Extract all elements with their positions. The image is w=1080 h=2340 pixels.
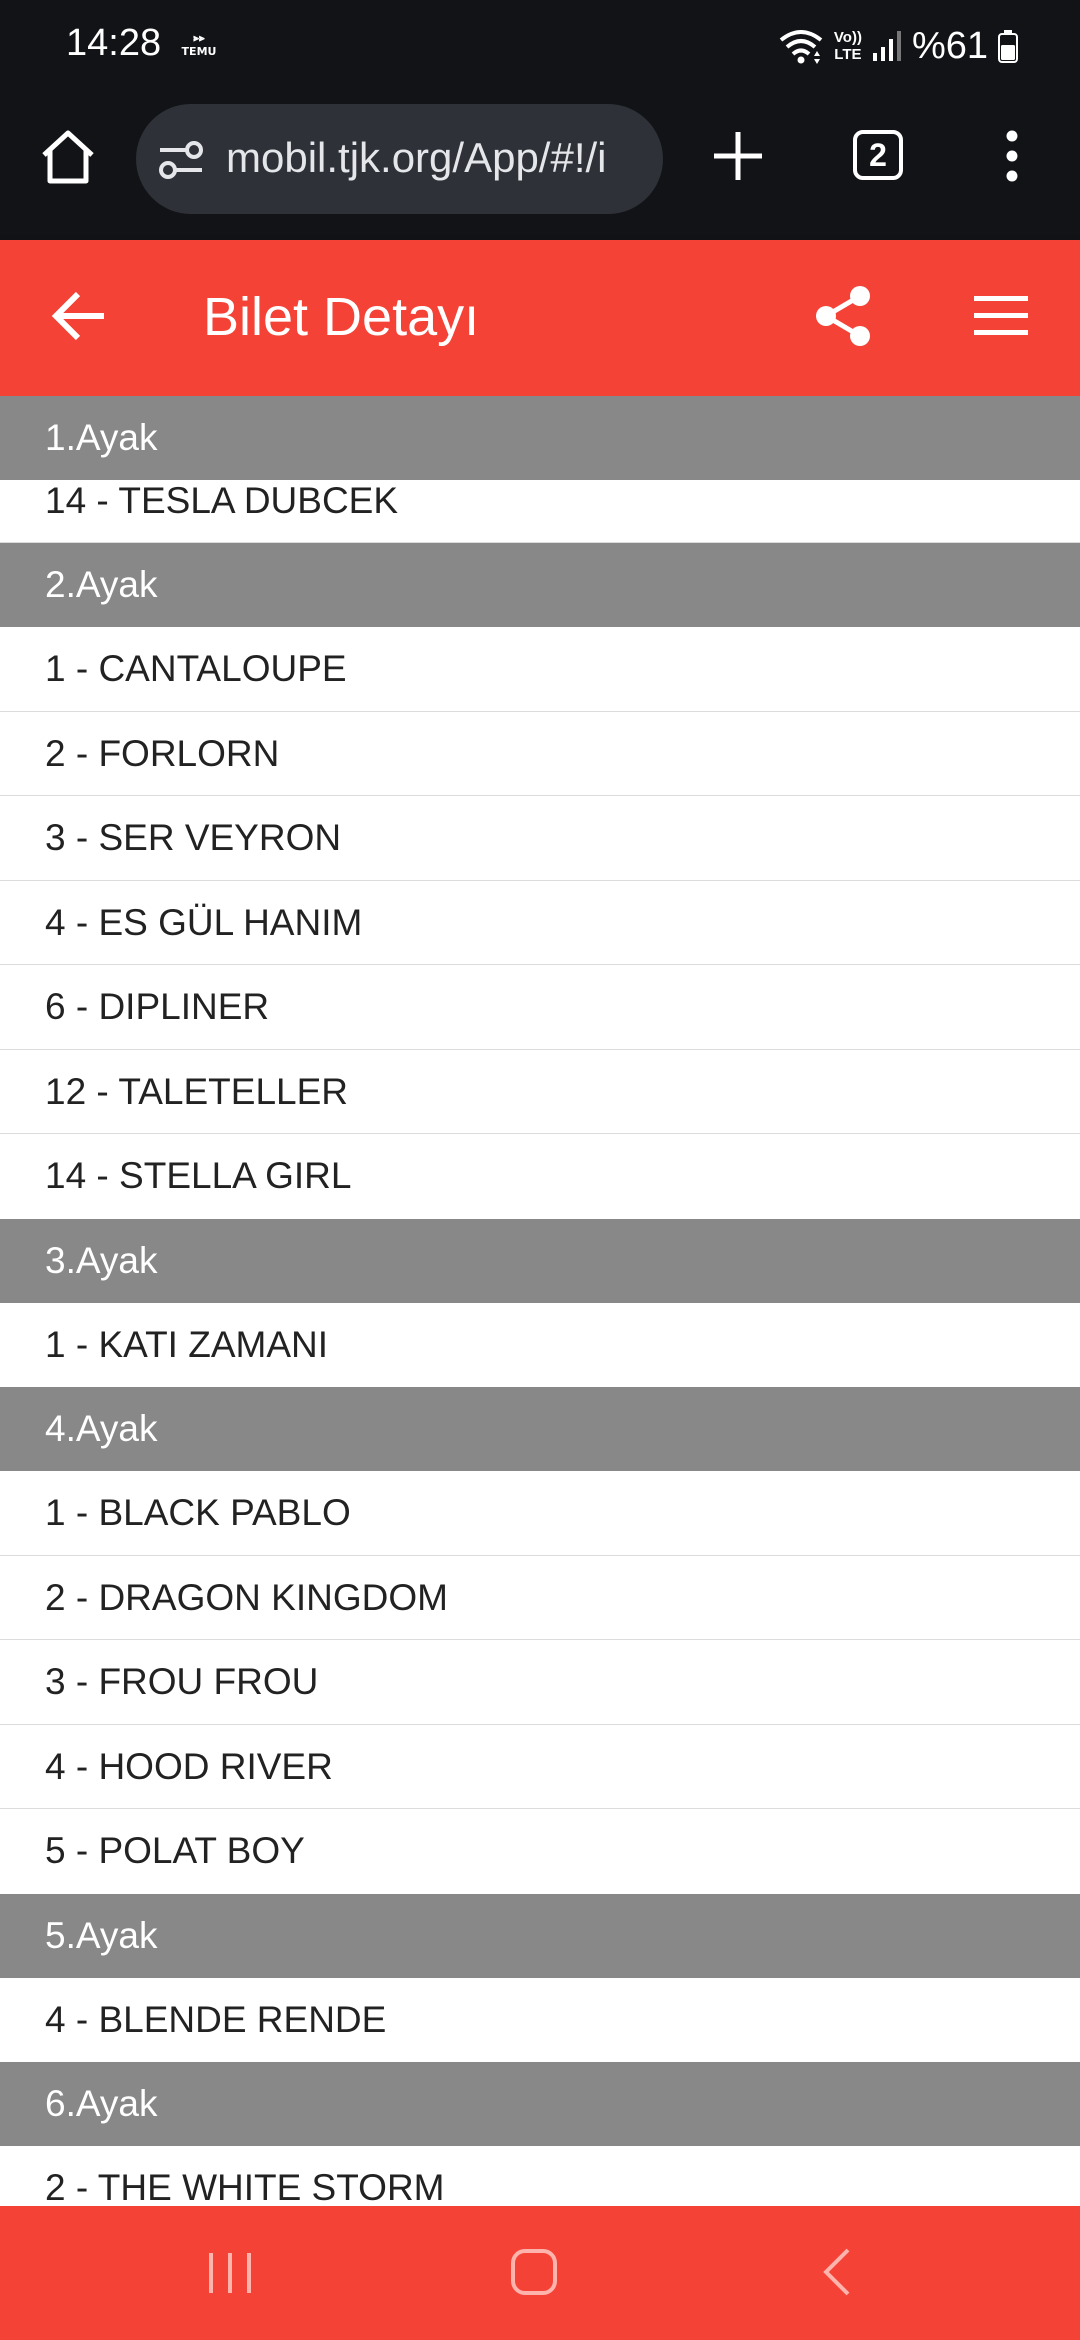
horse-row: 3 - FROU FROU <box>0 1640 1080 1725</box>
status-time: 14:28 <box>66 22 162 64</box>
battery-icon <box>998 30 1018 63</box>
horse-row: 14 - TESLA DUBCEK <box>0 480 1080 543</box>
lte-label: LTE <box>834 46 862 63</box>
home-icon[interactable] <box>36 125 100 189</box>
horse-row: 5 - POLAT BOY <box>0 1809 1080 1894</box>
horse-row: 4 - BLENDE RENDE <box>0 1977 1080 2062</box>
wifi-icon <box>779 30 823 64</box>
recents-icon[interactable] <box>205 2250 255 2296</box>
leg-header: 5.Ayak <box>0 1893 1080 1978</box>
ticket-detail-list: 1.Ayak 14 - TESLA DUBCEK 2.Ayak 1 - CANT… <box>0 396 1080 2206</box>
volte-icon: Vo)) LTE <box>834 29 862 63</box>
horse-row: 2 - FORLORN <box>0 711 1080 796</box>
signal-icon <box>872 31 901 61</box>
arrow-back-icon[interactable] <box>50 286 110 346</box>
temu-label: TEMU <box>181 45 217 58</box>
volte-label: Vo)) <box>833 29 862 46</box>
page-title: Bilet Detayı <box>203 287 480 347</box>
horse-row: 14 - STELLA GIRL <box>0 1134 1080 1219</box>
horse-row: 2 - THE WHITE STORM <box>0 2146 1080 2206</box>
status-icons: Vo)) LTE %61 <box>778 22 1018 70</box>
plus-icon[interactable] <box>710 128 766 184</box>
url-text[interactable]: mobil.tjk.org/App/#!/i <box>226 134 607 182</box>
leg-header: 2.Ayak <box>0 543 1080 627</box>
system-nav-bar <box>0 2206 1080 2340</box>
tab-switcher-icon[interactable]: 2 <box>853 130 903 180</box>
horse-row: 4 - ES GÜL HANIM <box>0 880 1080 965</box>
leg-header: 1.Ayak <box>0 396 1080 480</box>
more-vert-icon[interactable] <box>995 128 1029 184</box>
horse-row: 3 - SER VEYRON <box>0 796 1080 881</box>
temu-notification-icon: ⫸⫸ TEMU <box>178 32 220 60</box>
battery-percent: %61 <box>911 24 988 67</box>
browser-toolbar: mobil.tjk.org/App/#!/i 2 <box>0 90 1080 240</box>
leg-header: 4.Ayak <box>0 1387 1080 1471</box>
leg-header: 6.Ayak <box>0 2062 1080 2146</box>
status-bar: 14:28 ⫸⫸ TEMU Vo)) LTE %61 <box>0 0 1080 90</box>
horse-row: 1 - CANTALOUPE <box>0 627 1080 712</box>
horse-row: 1 - BLACK PABLO <box>0 1471 1080 1556</box>
horse-row: 4 - HOOD RIVER <box>0 1724 1080 1809</box>
nav-home-icon[interactable] <box>510 2246 558 2298</box>
hamburger-menu-icon[interactable] <box>972 290 1030 342</box>
horse-row: 1 - KATI ZAMANI <box>0 1302 1080 1387</box>
horse-row: 6 - DIPLINER <box>0 965 1080 1050</box>
horse-row: 2 - DRAGON KINGDOM <box>0 1555 1080 1640</box>
share-icon[interactable] <box>812 284 874 348</box>
horse-row: 12 - TALETELLER <box>0 1049 1080 1134</box>
leg-header: 3.Ayak <box>0 1218 1080 1303</box>
app-header: Bilet Detayı <box>0 240 1080 396</box>
nav-back-icon[interactable] <box>822 2246 852 2298</box>
tune-icon[interactable] <box>158 139 204 181</box>
address-bar[interactable]: mobil.tjk.org/App/#!/i <box>136 104 663 214</box>
